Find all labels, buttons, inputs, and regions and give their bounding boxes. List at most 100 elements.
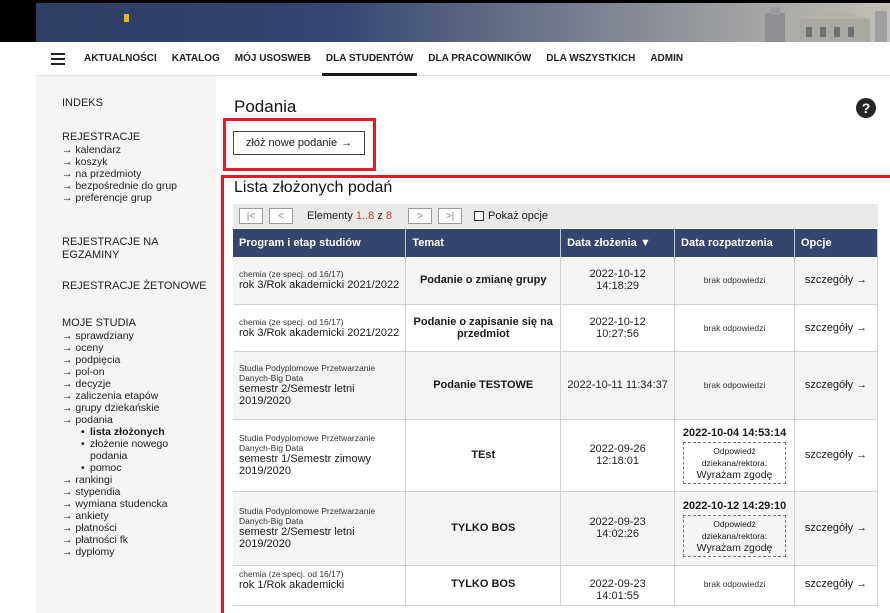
page-title: Podania: [234, 97, 297, 116]
row-date: 2022-09-26 12:18:01: [560, 419, 676, 492]
arrow-right-icon: →: [856, 274, 868, 287]
row-response: 2022-10-04 14:53:14 Odpowiedź dziekana/r…: [674, 419, 795, 492]
sidebar-item-oceny[interactable]: → oceny: [62, 342, 212, 354]
details-link[interactable]: szczegóły →: [794, 304, 878, 352]
row-response: brak odpowiedzi: [674, 351, 795, 420]
sidebar-item-sprawdziany[interactable]: → sprawdziany: [62, 330, 212, 342]
new-request-label: złóż nowe podanie: [245, 137, 338, 149]
sort-desc-icon[interactable]: ▼: [640, 237, 651, 249]
nav-dla-pracownikow[interactable]: DLA PRACOWNIKÓW: [424, 42, 535, 76]
row-topic: Podanie o zmianę grupy: [405, 257, 562, 305]
table-row: chemia (ze specj. od 16/17) rok 1/Rok aka…: [233, 565, 878, 606]
sidebar-item-platnosci[interactable]: → płatności: [62, 522, 212, 534]
arrow-right-icon: →: [856, 379, 868, 391]
sidebar-sub-zlozenie-cont[interactable]: podania: [62, 450, 212, 462]
details-link[interactable]: szczegóły →: [794, 491, 878, 566]
col-program[interactable]: Program i etap studiów: [233, 229, 407, 257]
sidebar-moje-studia[interactable]: MOJE STUDIA: [62, 317, 212, 330]
sidebar-item-stypendia[interactable]: → stypendia: [62, 486, 212, 498]
table-row: Studia Podyplomowe Przetwarzanie Danych-…: [233, 351, 878, 420]
sidebar-indeks[interactable]: INDEKS: [62, 97, 212, 110]
nav-dla-studentow[interactable]: DLA STUDENTÓW: [321, 42, 418, 76]
details-link[interactable]: szczegóły →: [794, 419, 878, 492]
details-link[interactable]: szczegóły →: [794, 351, 878, 420]
row-response: brak odpowiedzi: [674, 304, 795, 352]
top-banner: [0, 0, 890, 42]
nav-aktualnosci[interactable]: AKTUALNOŚCI: [80, 42, 161, 76]
sidebar-item-kalendarz[interactable]: → kalendarz: [62, 144, 212, 156]
sidebar-item-podpiecia[interactable]: → podpięcia: [62, 354, 212, 366]
sidebar-sub-lista[interactable]: lista złożonych: [62, 426, 212, 438]
details-link[interactable]: szczegóły →: [794, 565, 878, 606]
sidebar-rejestracje-zetonowe[interactable]: REJESTRACJE ŻETONOWE: [62, 280, 212, 293]
row-topic: TYLKO BOS: [405, 565, 562, 606]
sidebar-item-rankingi[interactable]: → rankingi: [62, 474, 212, 486]
row-topic: TEst: [405, 419, 562, 492]
sidebar-item-grupy[interactable]: → grupy dziekańskie: [62, 402, 212, 414]
show-options-checkbox[interactable]: [474, 211, 485, 221]
row-date: 2022-09-23 14:01:55: [560, 565, 676, 606]
sidebar-item-wymiana[interactable]: → wymiana studencka: [62, 498, 212, 510]
sidebar-item-preferencje[interactable]: → preferencje grup: [62, 192, 212, 204]
sidebar: INDEKS REJESTRACJE → kalendarz → koszyk …: [36, 76, 216, 613]
response-box: Odpowiedź dziekana/rektora: Wyrażam zgod…: [683, 441, 786, 484]
last-page-icon[interactable]: >|: [438, 208, 463, 224]
sidebar-item-zaliczenia[interactable]: → zaliczenia etapów: [62, 390, 212, 402]
row-response: 2022-10-12 14:29:10 Odpowiedź dziekana/r…: [674, 491, 795, 566]
show-options-label: Pokaż opcje: [488, 210, 548, 222]
sidebar-item-pol-on[interactable]: → pol-on: [62, 366, 212, 378]
building-illustration: [765, 7, 887, 42]
row-date: 2022-09-23 14:02:26: [560, 491, 676, 566]
nav-katalog[interactable]: KATALOG: [168, 42, 224, 76]
nav-moj-usosweb[interactable]: MÓJ USOSWEB: [231, 42, 315, 76]
sidebar-sub-zlozenie[interactable]: złożenie nowego: [62, 438, 212, 450]
sidebar-rejestracje[interactable]: REJESTRACJE: [62, 131, 212, 144]
logo-mark: [124, 14, 129, 22]
prev-page-icon[interactable]: <: [269, 208, 293, 224]
col-data-zlozenia[interactable]: Data złożenia ▼: [560, 229, 676, 257]
sidebar-sub-pomoc[interactable]: pomoc: [62, 462, 212, 474]
arrow-right-icon: →: [856, 321, 868, 334]
list-title: Lista złożonych podań: [234, 179, 393, 196]
sidebar-item-decyzje[interactable]: → decyzje: [62, 378, 212, 390]
arrow-right-icon: →: [856, 449, 868, 461]
arrow-right-icon: →: [856, 577, 868, 590]
requests-table: Program i etap studiów Temat Data złożen…: [233, 229, 878, 606]
pager-info: Elementy 1..8 z 8: [307, 210, 393, 222]
sidebar-rejestracje-egzaminy[interactable]: REJESTRACJE NA EGZAMINY: [62, 236, 212, 262]
nav-admin[interactable]: ADMIN: [646, 42, 687, 76]
table-row: Studia Podyplomowe Przetwarzanie Danych-…: [233, 419, 878, 492]
row-response: brak odpowiedzi: [674, 565, 795, 606]
pager: |< < Elementy 1..8 z 8 > >| Pokaż opcje: [233, 204, 878, 228]
nav-dla-wszystkich[interactable]: DLA WSZYSTKICH: [542, 42, 639, 76]
response-box: Odpowiedź dziekana/rektora: Wyrażam zgod…: [683, 514, 786, 557]
table-row: chemia (ze specj. od 16/17) rok 3/Rok aka…: [233, 304, 878, 352]
row-topic: TYLKO BOS: [405, 491, 562, 566]
banner-image: [36, 3, 890, 42]
row-response: brak odpowiedzi: [674, 257, 795, 305]
next-page-icon[interactable]: >: [408, 208, 433, 224]
sidebar-item-platnosci-fk[interactable]: → płatności fk: [62, 534, 212, 546]
details-link[interactable]: szczegóły →: [794, 257, 878, 305]
col-opcje[interactable]: Opcje: [794, 229, 878, 257]
sidebar-item-na-przedmioty[interactable]: → na przedmioty: [62, 168, 212, 180]
table-row: chemia (ze specj. od 16/17) rok 3/Rok aka…: [233, 257, 878, 305]
sidebar-item-ankiety[interactable]: → ankiety: [62, 510, 212, 522]
sidebar-item-bezposrednie[interactable]: → bezpośrednie do grup: [62, 180, 212, 192]
sidebar-item-koszyk[interactable]: → koszyk: [62, 156, 212, 168]
menu-icon[interactable]: [36, 42, 80, 76]
help-icon[interactable]: ?: [856, 98, 876, 118]
sidebar-item-podania[interactable]: → podania: [62, 414, 212, 426]
new-request-button[interactable]: złóż nowe podanie →: [233, 131, 365, 155]
row-topic: Podanie o zapisanie się na przedmiot: [405, 304, 562, 352]
arrow-right-icon: →: [856, 522, 868, 534]
main-nav: AKTUALNOŚCI KATALOG MÓJ USOSWEB DLA STUD…: [36, 42, 890, 76]
table-row: Studia Podyplomowe Przetwarzanie Danych-…: [233, 491, 878, 566]
row-date: 2022-10-11 11:34:37: [560, 351, 676, 420]
col-data-rozpatrzenia[interactable]: Data rozpatrzenia: [674, 229, 795, 257]
first-page-icon[interactable]: |<: [239, 208, 263, 224]
col-temat[interactable]: Temat: [405, 229, 562, 257]
table-header: Program i etap studiów Temat Data złożen…: [233, 229, 878, 257]
sidebar-item-dyplomy[interactable]: → dyplomy: [62, 546, 212, 558]
row-date: 2022-10-12 10:27:56: [560, 304, 676, 352]
